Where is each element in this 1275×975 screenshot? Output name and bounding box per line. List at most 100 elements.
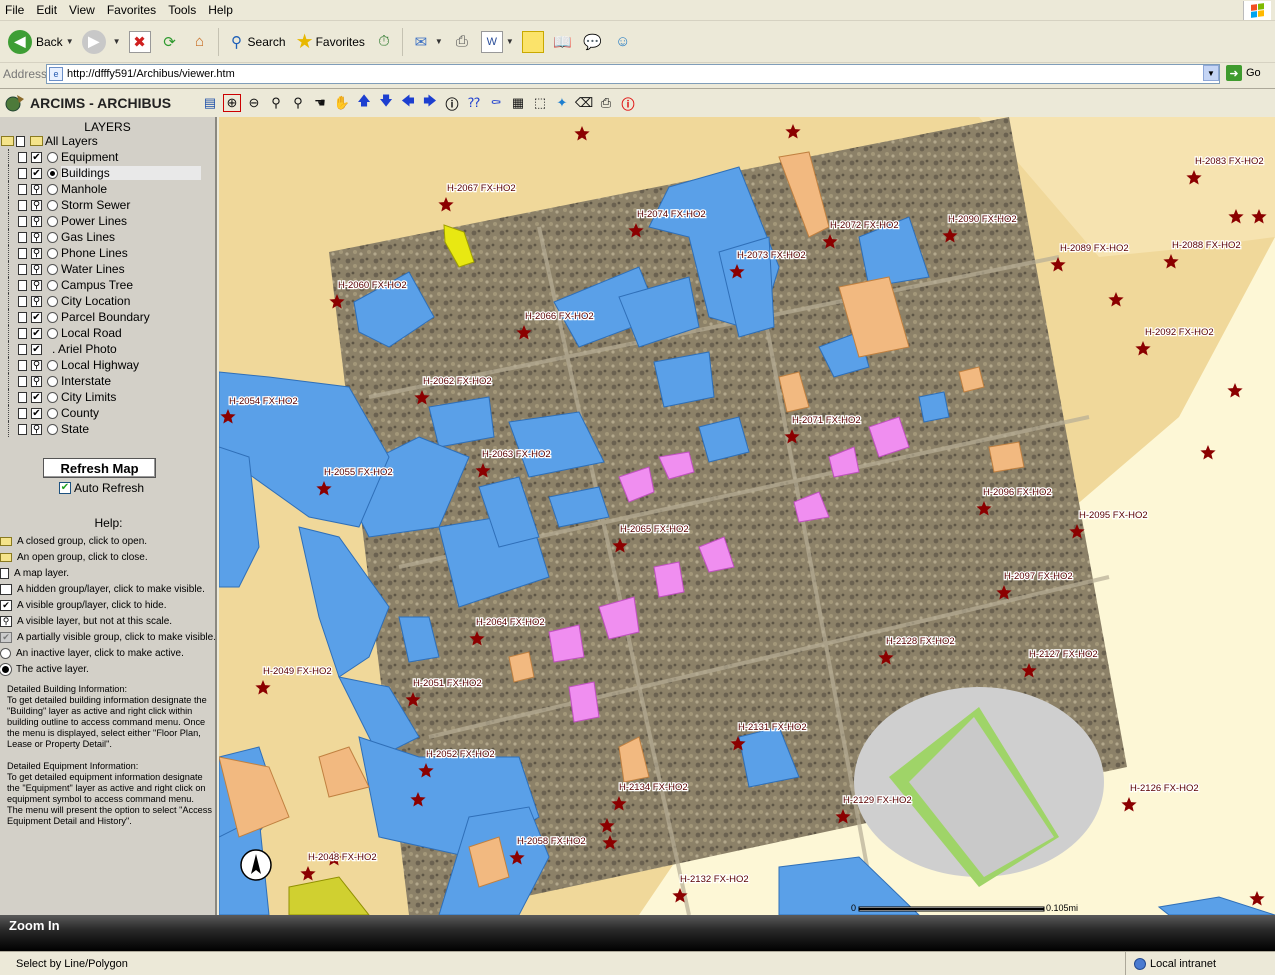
refresh-map-button[interactable]: Refresh Map (43, 458, 156, 478)
pan-icon[interactable]: ✋ (333, 94, 351, 112)
radio-off-icon[interactable] (47, 183, 58, 195)
radio-off-icon[interactable] (47, 263, 58, 275)
pan-south-icon[interactable]: 🡇 (377, 93, 395, 112)
notes-button[interactable] (518, 25, 548, 59)
checkbox-checked-icon[interactable]: ✔ (31, 343, 42, 355)
layer-row-county[interactable]: ✔ County (0, 405, 215, 421)
checkbox-scale-icon[interactable]: ⚲ (31, 423, 42, 435)
checkbox-checked-icon[interactable]: ✔ (31, 391, 42, 403)
legend-icon[interactable]: ▤ (201, 94, 219, 112)
layer-all[interactable]: All Layers (0, 133, 215, 149)
info-icon[interactable]: ⓘ (619, 94, 637, 112)
stop-button[interactable]: ✖ (125, 25, 155, 59)
menu-favorites[interactable]: Favorites (101, 0, 162, 20)
checkbox-scale-icon[interactable]: ⚲ (31, 295, 42, 307)
menu-help[interactable]: Help (202, 0, 239, 20)
open-folder-icon[interactable] (1, 136, 14, 146)
menu-view[interactable]: View (63, 0, 101, 20)
layer-row-state[interactable]: ⚲ State (0, 421, 215, 437)
select-rectangle-icon[interactable]: ⬚ (531, 94, 549, 112)
select-line-icon[interactable]: ✦ (553, 94, 571, 112)
map-view[interactable]: H-2067 FX-HO2 H-2074 FX-HO2 H-2072 FX-HO2 H… (219, 117, 1275, 915)
search-button[interactable]: ⚲ Search (222, 25, 290, 59)
clear-selection-icon[interactable]: ⌫ (575, 94, 593, 112)
address-dropdown-icon[interactable]: ▼ (1203, 65, 1219, 81)
home-button[interactable]: ⌂ (185, 25, 215, 59)
layer-row-storm-sewer[interactable]: ⚲ Storm Sewer (0, 197, 215, 213)
zoom-back-icon[interactable]: ☚ (311, 94, 329, 112)
layer-row-ariel-photo[interactable]: ✔ . Ariel Photo (0, 341, 215, 357)
checkbox-checked-icon[interactable]: ✔ (31, 327, 42, 339)
identify-icon[interactable]: ⓘ (443, 94, 461, 112)
layer-row-equipment[interactable]: ✔ Equipment (0, 149, 215, 165)
layer-row-gas-lines[interactable]: ⚲ Gas Lines (0, 229, 215, 245)
forward-button[interactable]: ▶ ▼ (78, 25, 125, 59)
checkbox-scale-icon[interactable]: ⚲ (31, 359, 42, 371)
print-icon[interactable]: ⎙ (597, 94, 615, 112)
checkbox-scale-icon[interactable]: ⚲ (31, 183, 42, 195)
chevron-down-icon[interactable]: ▼ (66, 37, 74, 46)
pan-west-icon[interactable]: 🡄 (399, 93, 417, 112)
pan-north-icon[interactable]: 🡅 (355, 93, 373, 112)
messenger-button[interactable]: ☺ (608, 25, 638, 59)
research-button[interactable]: 📖 (548, 25, 578, 59)
checkbox-scale-icon[interactable]: ⚲ (31, 263, 42, 275)
checkbox-checked-icon[interactable]: ✔ (31, 151, 42, 163)
zoom-full-icon[interactable]: ⚲ (289, 94, 307, 112)
pan-east-icon[interactable]: 🡆 (421, 93, 439, 112)
layer-row-local-road[interactable]: ✔ Local Road (0, 325, 215, 341)
radio-off-icon[interactable] (47, 295, 58, 307)
layer-row-phone-lines[interactable]: ⚲ Phone Lines (0, 245, 215, 261)
zoom-out-icon[interactable]: ⊖ (245, 94, 263, 112)
radio-off-icon[interactable] (47, 327, 58, 339)
back-button[interactable]: ◀ Back ▼ (4, 25, 78, 59)
radio-off-icon[interactable] (47, 151, 58, 163)
checkbox-scale-icon[interactable]: ⚲ (31, 199, 42, 211)
auto-refresh-checkbox[interactable]: ✔ Auto Refresh (59, 481, 144, 495)
checkbox-scale-icon[interactable]: ⚲ (31, 279, 42, 291)
checkbox-checked-icon[interactable]: ✔ (31, 167, 42, 179)
zoom-layer-icon[interactable]: ⚲ (267, 94, 285, 112)
menu-file[interactable]: File (0, 0, 30, 20)
checkbox-scale-icon[interactable]: ⚲ (31, 375, 42, 387)
radio-off-icon[interactable] (47, 247, 58, 259)
go-button[interactable]: ➜ Go (1226, 65, 1261, 81)
radio-off-icon[interactable] (47, 359, 58, 371)
layer-row-campus-tree[interactable]: ⚲ Campus Tree (0, 277, 215, 293)
radio-off-icon[interactable] (47, 423, 58, 435)
chevron-down-icon[interactable]: ▼ (435, 37, 443, 46)
print-button[interactable]: ⎙ (447, 25, 477, 59)
mail-button[interactable]: ✉ ▼ (406, 25, 447, 59)
radio-on-icon[interactable] (47, 167, 58, 179)
history-button[interactable]: ⏱ (369, 25, 399, 59)
menu-edit[interactable]: Edit (30, 0, 63, 20)
checkbox-scale-icon[interactable]: ⚲ (31, 247, 42, 259)
zoom-in-icon[interactable]: ⊕ (223, 94, 241, 112)
layer-row-city-limits[interactable]: ✔ City Limits (0, 389, 215, 405)
chevron-down-icon[interactable]: ▼ (113, 37, 121, 46)
edit-button[interactable]: W ▼ (477, 25, 518, 59)
layer-row-city-location[interactable]: ⚲ City Location (0, 293, 215, 309)
address-input[interactable]: e http://dfffy591/Archibus/viewer.htm (46, 64, 1220, 84)
refresh-button[interactable]: ⟳ (155, 25, 185, 59)
menu-tools[interactable]: Tools (162, 0, 202, 20)
favorites-button[interactable]: ★ Favorites (290, 25, 369, 59)
radio-off-icon[interactable] (47, 279, 58, 291)
radio-off-icon[interactable] (47, 375, 58, 387)
checkbox-scale-icon[interactable]: ⚲ (31, 231, 42, 243)
radio-off-icon[interactable] (47, 311, 58, 323)
radio-off-icon[interactable] (47, 231, 58, 243)
layer-row-parcel-boundary[interactable]: ✔ Parcel Boundary (0, 309, 215, 325)
radio-off-icon[interactable] (47, 407, 58, 419)
query-icon[interactable]: ⁇ (465, 94, 483, 112)
checkmark-icon[interactable]: ✔ (59, 482, 71, 494)
layer-row-power-lines[interactable]: ⚲ Power Lines (0, 213, 215, 229)
radio-off-icon[interactable] (47, 391, 58, 403)
checkbox-checked-icon[interactable]: ✔ (31, 311, 42, 323)
chevron-down-icon[interactable]: ▼ (506, 37, 514, 46)
map-canvas[interactable]: H-2067 FX-HO2 H-2074 FX-HO2 H-2072 FX-HO2 H… (219, 117, 1275, 915)
checkbox-checked-icon[interactable]: ✔ (31, 407, 42, 419)
checkbox-scale-icon[interactable]: ⚲ (31, 215, 42, 227)
radio-off-icon[interactable] (47, 199, 58, 211)
find-icon[interactable]: ⚰ (487, 94, 505, 112)
